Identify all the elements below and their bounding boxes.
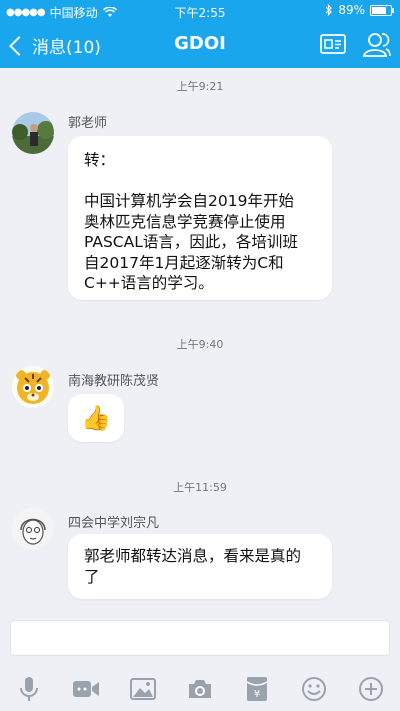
group-members-button[interactable] <box>362 30 392 62</box>
id-card-icon <box>320 34 346 54</box>
image-icon <box>129 677 156 700</box>
sender-name: 南海教研陈茂贤 <box>68 374 160 389</box>
people-icon <box>362 33 391 57</box>
sender-name: 郭老师 <box>68 116 108 131</box>
red-packet-button[interactable]: ¥ <box>243 675 271 703</box>
message-input[interactable] <box>10 620 390 656</box>
timestamp: 上午11:59 <box>173 481 227 494</box>
avatar[interactable] <box>12 112 54 154</box>
more-button[interactable] <box>357 675 385 703</box>
sketch-avatar-icon <box>12 508 54 550</box>
battery-percent: 89% <box>338 3 365 17</box>
bluetooth-icon <box>325 4 333 16</box>
message-text: 转： <box>84 151 116 169</box>
svg-text:¥: ¥ <box>254 689 260 700</box>
avatar[interactable] <box>12 366 54 408</box>
timestamp: 上午9:40 <box>176 338 224 351</box>
voice-button[interactable] <box>15 675 43 703</box>
battery-icon <box>370 4 394 16</box>
video-icon <box>72 680 99 697</box>
camera-button[interactable] <box>186 675 214 703</box>
message-bubble[interactable]: 转： 中国计算机学会自2019年开始 奥林匹克信息学竞赛停止使用 PASCAL语… <box>68 136 332 300</box>
camera-icon <box>188 679 211 698</box>
chat-area[interactable]: 上午9:21 郭老师 转： 中国计算机学会自2019年开始 奥林匹克信息学竞赛停… <box>0 68 400 608</box>
group-info-button[interactable] <box>320 33 346 59</box>
plus-icon <box>359 676 384 701</box>
emoji-button[interactable] <box>300 675 328 703</box>
avatar[interactable] <box>12 508 54 550</box>
sender-name: 四会中学刘宗凡 <box>68 516 160 531</box>
message-text: 中国计算机学会自2019年开始 奥林匹克信息学竞赛停止使用 PASCAL语言，因… <box>84 192 298 292</box>
image-button[interactable] <box>129 675 157 703</box>
emoji-icon <box>302 676 327 701</box>
red-packet-icon: ¥ <box>246 676 268 701</box>
message-text: 郭老师都转达消息，看来是真的 了 <box>84 547 302 586</box>
thumbs-up-emoji: 👍 <box>81 403 111 432</box>
microphone-icon <box>19 676 38 701</box>
video-button[interactable] <box>72 675 100 703</box>
message-bubble[interactable]: 👍 <box>68 394 124 442</box>
avatar-photo-icon <box>12 112 54 154</box>
tiger-avatar-icon <box>16 370 50 404</box>
nav-bar: 消息(10) GDOI <box>0 22 400 68</box>
input-toolbar: ¥ <box>0 666 400 711</box>
status-bar: ●●●●● 中国移动 下午2:55 89% <box>0 0 400 22</box>
timestamp: 上午9:21 <box>176 80 224 93</box>
message-bubble[interactable]: 郭老师都转达消息，看来是真的 了 <box>68 534 332 599</box>
